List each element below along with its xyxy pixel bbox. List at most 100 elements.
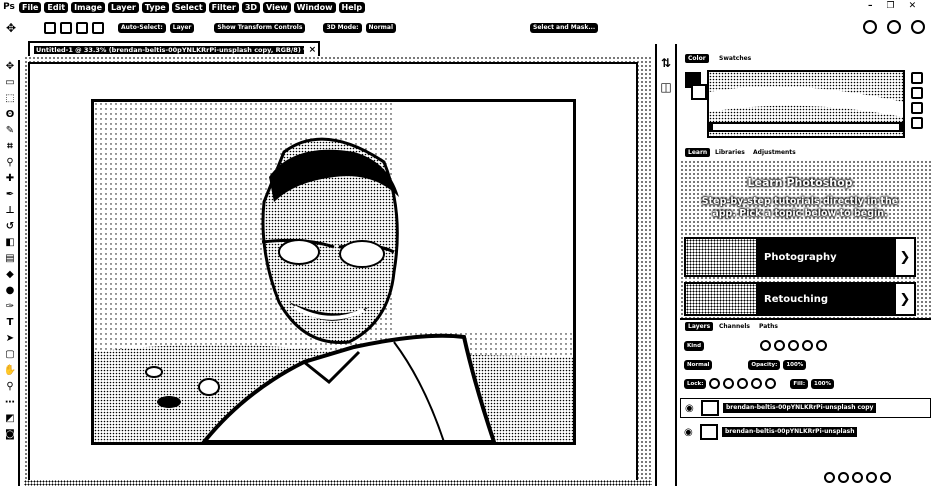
brush-icon[interactable]: ✒ [3, 188, 17, 201]
show-transform-checkbox[interactable]: Show Transform Controls [214, 23, 306, 33]
foreground-background-swatches[interactable] [685, 72, 707, 108]
align-right-icon[interactable] [92, 22, 104, 34]
menu-3d[interactable]: 3D [241, 1, 261, 13]
menu-select[interactable]: Select [171, 1, 206, 13]
artboard-icon[interactable]: ▭ [3, 76, 17, 89]
lock-all-icon[interactable] [765, 378, 777, 389]
menu-file[interactable]: File [19, 1, 42, 13]
slider-g[interactable] [911, 87, 923, 99]
share-icon[interactable] [911, 20, 925, 34]
color-swatch-icon[interactable]: ◩ [3, 412, 17, 425]
tab-swatches[interactable]: Swatches [716, 54, 755, 63]
card-retouching[interactable]: Retouching ❯ [684, 282, 916, 316]
lock-position-icon[interactable] [737, 378, 749, 389]
auto-select-dropdown[interactable]: Layer [169, 23, 195, 33]
lock-transparent-icon[interactable] [709, 378, 721, 389]
filter-pixel-icon[interactable] [760, 340, 771, 351]
tab-color[interactable]: Color [685, 54, 709, 63]
move-icon[interactable]: ✥ [3, 60, 17, 73]
stamp-icon[interactable]: ⊥ [3, 204, 17, 217]
history-icon[interactable]: ⇅ [661, 56, 671, 70]
add-mask-icon[interactable] [852, 472, 863, 483]
fill-input[interactable]: 100% [811, 378, 835, 389]
pen-icon[interactable]: ✑ [3, 300, 17, 313]
filter-smart-icon[interactable] [816, 340, 827, 351]
lasso-icon[interactable]: ʘ [3, 108, 17, 121]
menu-help[interactable]: Help [338, 1, 366, 13]
horizontal-scrollbar[interactable] [24, 480, 652, 486]
fx-icon[interactable] [838, 472, 849, 483]
history-brush-icon[interactable]: ↺ [3, 220, 17, 233]
type-icon[interactable]: T [3, 316, 17, 329]
learn-description: Step-by-step tutorials directly in the a… [701, 196, 899, 219]
menu-image[interactable]: Image [71, 1, 106, 13]
tab-libraries[interactable]: Libraries [712, 148, 748, 157]
healing-icon[interactable]: ✚ [3, 172, 17, 185]
minimize-button[interactable]: – [868, 1, 873, 11]
shape-icon[interactable]: ▢ [3, 348, 17, 361]
filter-type-icon[interactable] [788, 340, 799, 351]
menu-type[interactable]: Type [141, 1, 169, 13]
menu-edit[interactable]: Edit [44, 1, 69, 13]
properties-icon[interactable]: ◫ [660, 80, 671, 94]
workspace-icon[interactable] [887, 20, 901, 34]
canvas-image[interactable] [91, 99, 576, 445]
eye-icon[interactable]: ◉ [684, 427, 696, 438]
marquee-icon[interactable]: ⬚ [3, 92, 17, 105]
zoom-icon[interactable]: ⚲ [3, 380, 17, 393]
layer-row-original[interactable]: ◉ brendan-beltis-00pYNLKRrPi-unsplash [680, 422, 931, 442]
color-picker-field[interactable] [707, 70, 905, 138]
slider-b[interactable] [911, 102, 923, 114]
menu-layer[interactable]: Layer [108, 1, 139, 13]
filter-adjustment-icon[interactable] [774, 340, 785, 351]
menu-filter[interactable]: Filter [208, 1, 239, 13]
chevron-right-icon[interactable]: ❯ [894, 239, 914, 275]
auto-select-checkbox[interactable]: Auto-Select: [118, 23, 166, 33]
eye-icon[interactable]: ◉ [685, 403, 697, 414]
slider-r[interactable] [911, 72, 923, 84]
new-layer-icon[interactable] [866, 472, 877, 483]
restore-button[interactable]: ❐ [887, 1, 895, 11]
dodge-icon[interactable]: ● [3, 284, 17, 297]
eraser-icon[interactable]: ◧ [3, 236, 17, 249]
move-tool-icon[interactable]: ✥ [6, 21, 22, 35]
align-left-icon[interactable] [60, 22, 72, 34]
document-tab[interactable]: Untitled-1 @ 33.3% (brendan-beltis-00pYN… [28, 41, 320, 56]
eyedropper-icon[interactable]: ⚲ [3, 156, 17, 169]
card-photography[interactable]: Photography ❯ [684, 237, 916, 277]
kind-filter-dropdown[interactable]: Kind [684, 340, 704, 351]
mode-dropdown[interactable]: Normal [365, 23, 397, 33]
tool-preset-icon[interactable] [44, 22, 56, 34]
more-icon[interactable]: ⋯ [3, 396, 17, 409]
menu-window[interactable]: Window [293, 1, 336, 13]
filter-shape-icon[interactable] [802, 340, 813, 351]
layer-row-copy[interactable]: ◉ brendan-beltis-00pYNLKRrPi-unsplash co… [680, 398, 931, 418]
link-layers-icon[interactable] [824, 472, 835, 483]
menu-view[interactable]: View [263, 1, 291, 13]
search-icon[interactable] [863, 20, 877, 34]
align-center-icon[interactable] [76, 22, 88, 34]
quick-select-icon[interactable]: ✎ [3, 124, 17, 137]
chevron-right-icon[interactable]: ❯ [894, 284, 914, 314]
delete-layer-icon[interactable] [880, 472, 891, 483]
blur-icon[interactable]: ◆ [3, 268, 17, 281]
opacity-input[interactable]: 100% [783, 360, 807, 370]
tab-learn[interactable]: Learn [685, 148, 711, 157]
tab-paths[interactable]: Paths [756, 322, 781, 331]
lock-pixels-icon[interactable] [723, 378, 735, 389]
hand-icon[interactable]: ✋ [3, 364, 17, 377]
close-button[interactable]: ✕ [909, 1, 917, 11]
tab-channels[interactable]: Channels [716, 322, 753, 331]
tab-close-icon[interactable]: × [307, 45, 318, 55]
slider-a[interactable] [911, 117, 923, 129]
background-color[interactable] [691, 84, 707, 100]
crop-icon[interactable]: ⌗ [3, 140, 17, 153]
gradient-icon[interactable]: ▤ [3, 252, 17, 265]
tab-layers[interactable]: Layers [685, 322, 714, 331]
mask-icon[interactable]: ◙ [3, 428, 17, 441]
blend-mode-dropdown[interactable]: Normal [684, 360, 713, 370]
tab-adjustments[interactable]: Adjustments [750, 148, 799, 157]
path-select-icon[interactable]: ➤ [3, 332, 17, 345]
lock-artboard-icon[interactable] [751, 378, 763, 389]
select-and-mask-button[interactable]: Select and Mask... [530, 23, 599, 33]
